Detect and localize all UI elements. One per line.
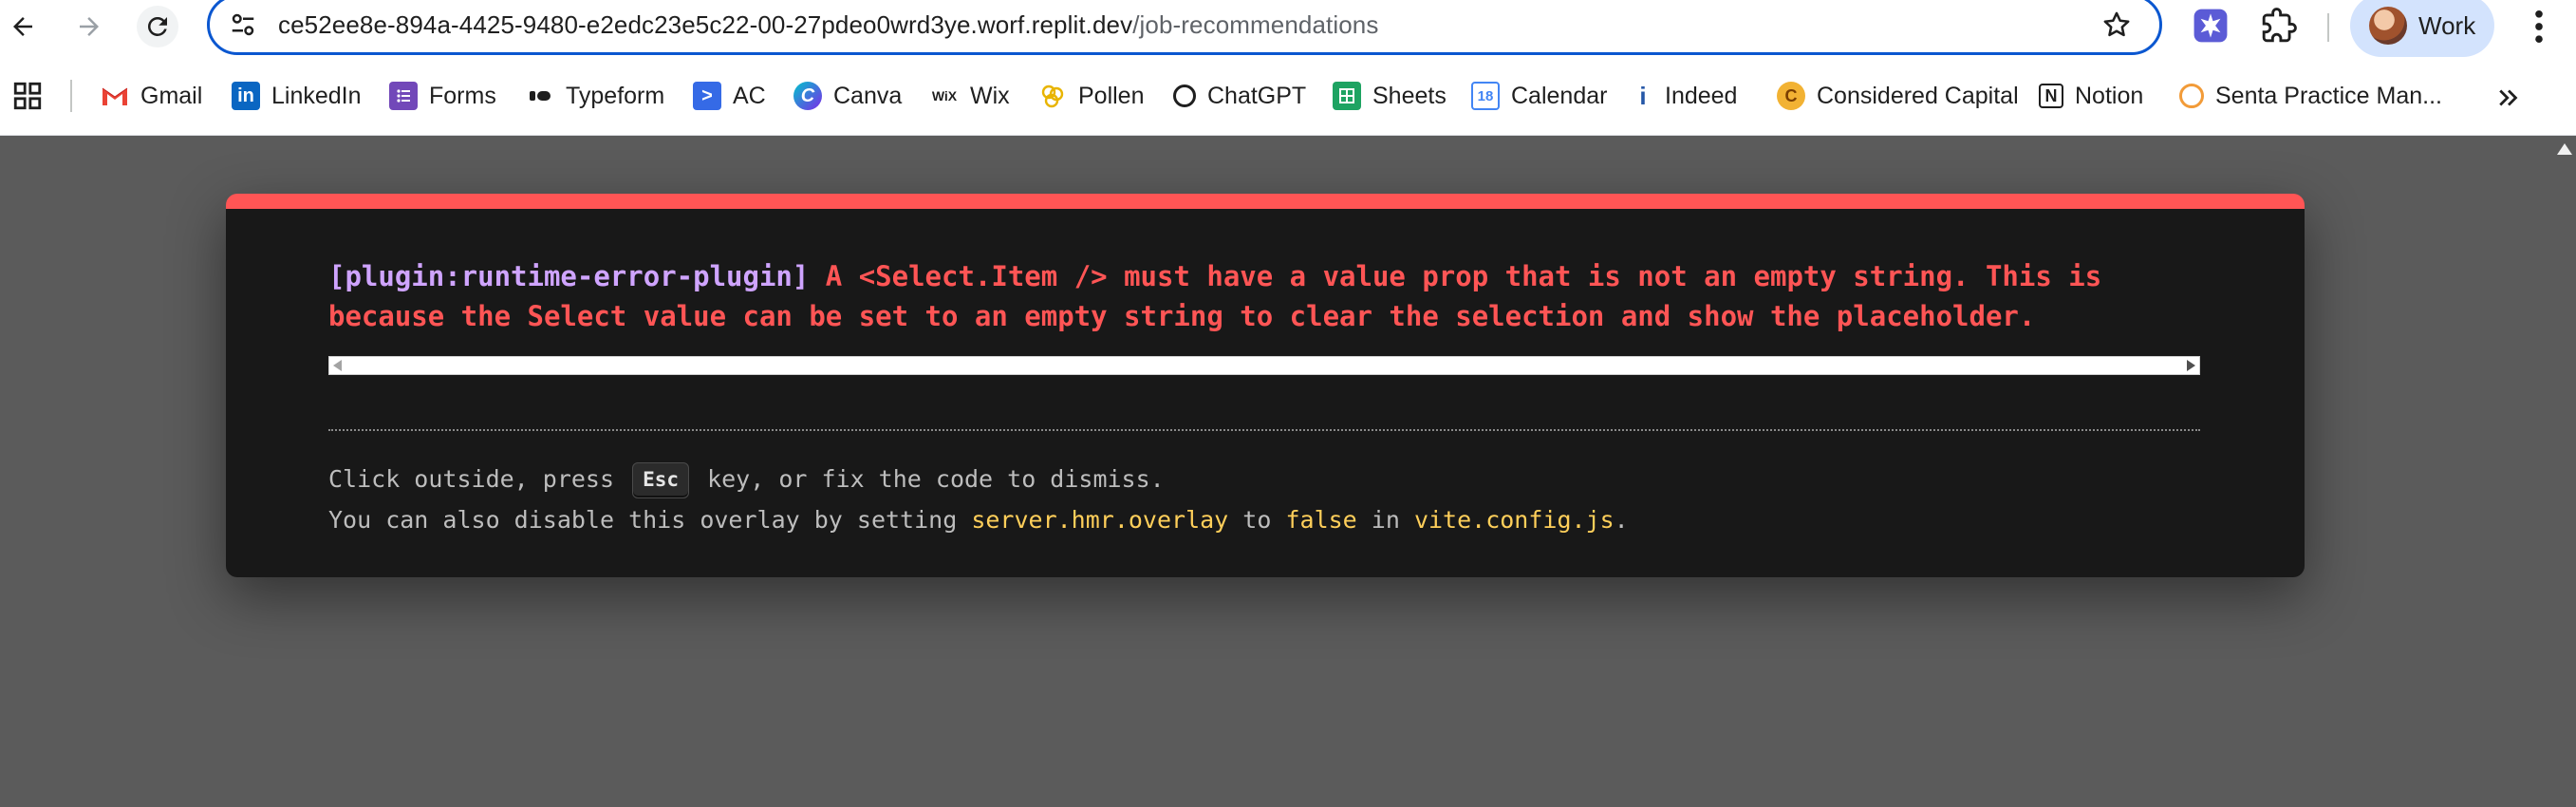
config-value: false — [1285, 506, 1357, 534]
back-button[interactable] — [2, 6, 44, 47]
considered-capital-icon: C — [1777, 82, 1805, 110]
profile-button[interactable]: Work — [2350, 0, 2494, 57]
bookmark-label: Sheets — [1372, 82, 1447, 109]
bookmark-calendar[interactable]: 18 Calendar — [1471, 78, 1607, 114]
bookmark-label: AC — [733, 82, 766, 109]
overlay-divider — [328, 429, 2200, 431]
linkedin-icon: in — [232, 82, 260, 110]
indeed-icon: i — [1639, 81, 1647, 110]
scroll-right-arrow-icon[interactable] — [2187, 360, 2195, 371]
error-plugin-name: [plugin:runtime-error-plugin] — [328, 260, 810, 292]
canva-icon: C — [793, 82, 822, 110]
bookmark-label: Wix — [970, 82, 1010, 109]
bookmark-label: Senta Practice Man... — [2215, 82, 2443, 109]
error-overlay: [plugin:runtime-error-plugin] A <Select.… — [226, 194, 2305, 577]
scroll-up-arrow-icon[interactable] — [2557, 143, 2572, 155]
site-settings-icon[interactable] — [229, 10, 257, 39]
bookmarks-bar: Gmail in LinkedIn Forms Typeform > AC C … — [0, 72, 2576, 120]
ac-icon: > — [693, 82, 721, 110]
bookmark-notion[interactable]: N Notion — [2039, 78, 2143, 114]
tip-text: to — [1228, 506, 1286, 534]
forms-icon — [389, 82, 418, 110]
arrow-left-icon — [13, 17, 32, 36]
extensions-puzzle-icon[interactable] — [2261, 8, 2297, 44]
apps-grid-icon[interactable] — [11, 80, 44, 112]
bookmark-canva[interactable]: C Canva — [793, 78, 902, 114]
url-text[interactable]: ce52ee8e-894a-4425-9480-e2edc23e5c22-00-… — [278, 10, 1378, 40]
bookmark-star-icon[interactable] — [2100, 9, 2133, 41]
bookmark-gmail[interactable]: Gmail — [101, 78, 202, 114]
reload-icon — [147, 16, 167, 36]
bookmark-label: Indeed — [1665, 82, 1738, 109]
error-frame-scrollbar[interactable] — [328, 356, 2200, 375]
avatar — [2369, 7, 2407, 45]
tip-text: Click outside, press — [328, 465, 629, 493]
bookmark-label: Pollen — [1078, 82, 1145, 109]
bookmark-label: Notion — [2075, 82, 2144, 109]
wix-icon: WiX — [931, 88, 958, 103]
bookmark-typeform[interactable]: Typeform — [526, 78, 664, 114]
reload-button[interactable] — [137, 6, 178, 47]
disable-overlay-tip: You can also disable this overlay by set… — [328, 506, 1629, 534]
arrow-right-icon — [80, 17, 99, 36]
config-key: server.hmr.overlay — [971, 506, 1229, 534]
sheets-icon — [1333, 82, 1361, 110]
bookmark-sheets[interactable]: Sheets — [1333, 78, 1447, 114]
bookmark-label: Considered Capital — [1817, 82, 2019, 109]
bookmark-label: Gmail — [140, 82, 203, 109]
bookmark-pollen[interactable]: Pollen — [1038, 78, 1145, 114]
toolbar-divider — [2327, 13, 2329, 42]
gmail-icon — [101, 82, 129, 110]
bookmarks-divider — [70, 80, 72, 112]
scroll-left-arrow-icon[interactable] — [333, 360, 342, 371]
typeform-icon — [526, 82, 554, 110]
error-message: [plugin:runtime-error-plugin] A <Select.… — [328, 256, 2208, 336]
calendar-icon: 18 — [1471, 82, 1500, 110]
bookmark-wix[interactable]: WiX Wix — [930, 78, 1010, 114]
bookmark-chatgpt[interactable]: ChatGPT — [1173, 78, 1306, 114]
url-path: /job-recommendations — [1132, 10, 1379, 39]
bookmark-label: Calendar — [1511, 82, 1608, 109]
bookmark-senta[interactable]: Senta Practice Man... — [2179, 78, 2442, 114]
tip-text: in — [1356, 506, 1414, 534]
chatgpt-icon — [1173, 84, 1196, 107]
bookmark-label: LinkedIn — [271, 82, 362, 109]
chevron-double-right-icon[interactable] — [2494, 84, 2523, 112]
bookmark-considered-capital[interactable]: C Considered Capital — [1777, 78, 2019, 114]
tip-text: key, or fix the code to dismiss. — [693, 465, 1165, 493]
pollen-icon — [1038, 82, 1067, 110]
bookmark-linkedin[interactable]: in LinkedIn — [232, 78, 362, 114]
bookmark-ac[interactable]: > AC — [693, 78, 766, 114]
config-file: vite.config.js — [1413, 506, 1615, 534]
browser-chrome: ce52ee8e-894a-4425-9480-e2edc23e5c22-00-… — [0, 0, 2576, 136]
senta-icon — [2179, 84, 2204, 108]
tip-text: You can also disable this overlay by set… — [328, 506, 972, 534]
url-host: ce52ee8e-894a-4425-9480-e2edc23e5c22-00-… — [278, 10, 1133, 39]
forward-button[interactable] — [68, 6, 110, 47]
bookmark-label: Typeform — [566, 82, 665, 109]
notion-icon: N — [2039, 84, 2063, 108]
extension-icon[interactable] — [2193, 8, 2229, 44]
dismiss-tip: Click outside, press Esc key, or fix the… — [328, 462, 1165, 498]
esc-key-badge: Esc — [632, 462, 690, 498]
bookmark-label: Canva — [833, 82, 903, 109]
bookmark-label: Forms — [429, 82, 496, 109]
more-menu-icon[interactable] — [2525, 6, 2553, 47]
tip-text: . — [1614, 506, 1629, 534]
bookmark-indeed[interactable]: i Indeed — [1633, 78, 1737, 114]
profile-name: Work — [2418, 10, 2476, 40]
page-scrollbar[interactable] — [2551, 136, 2576, 807]
address-bar[interactable]: ce52ee8e-894a-4425-9480-e2edc23e5c22-00-… — [207, 0, 2162, 55]
bookmark-forms[interactable]: Forms — [389, 78, 496, 114]
bookmark-label: ChatGPT — [1207, 82, 1307, 109]
